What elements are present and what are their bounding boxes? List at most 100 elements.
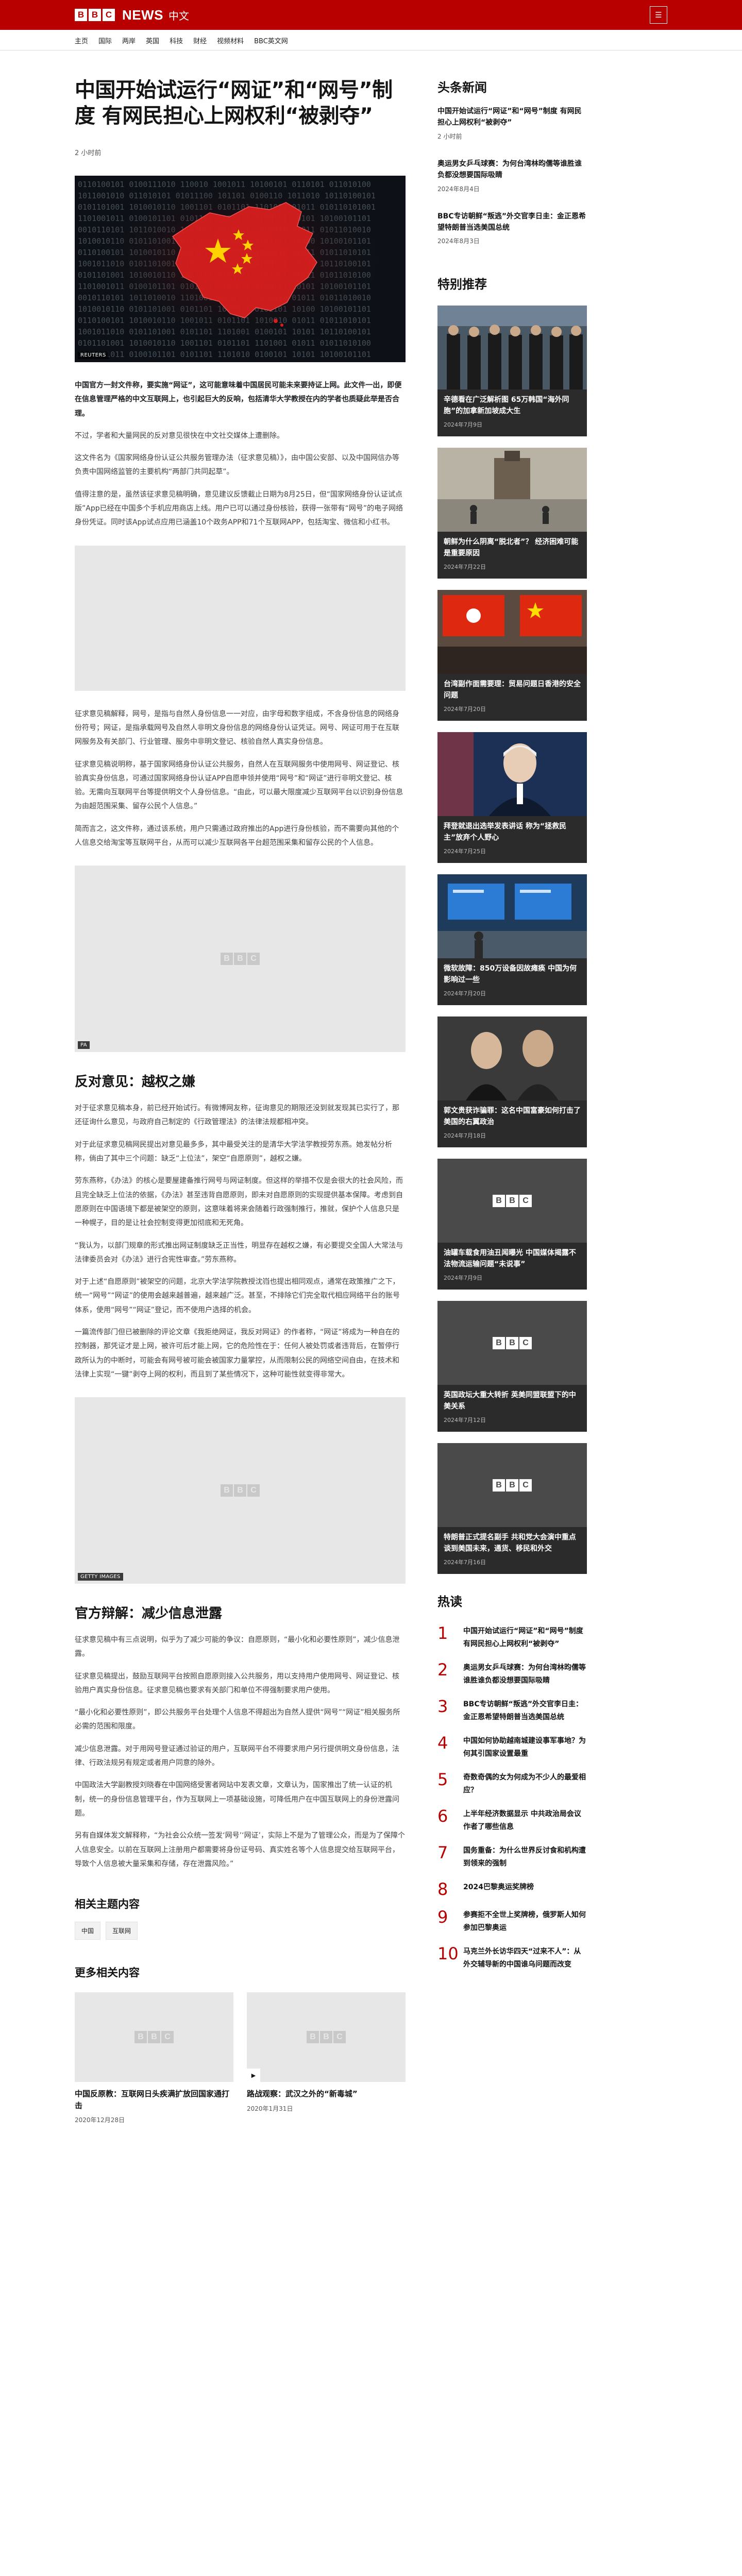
top-news-item[interactable]: 奥运男女乒乓球赛：为何台湾林昀儒等谁胜谁负都没想要国际吸睛 2024年8月4日 <box>437 158 587 202</box>
most-read-title: 上半年经济数据显示 中共政治局会议作者了哪些信息 <box>463 1810 581 1831</box>
most-read-item[interactable]: 4 中国如何协助越南城建设事军事地？为何其引国家设置最重 <box>437 1735 587 1760</box>
play-icon[interactable]: ▶ <box>247 2069 260 2082</box>
most-read-title: 2024巴黎奥运奖牌榜 <box>463 1883 534 1892</box>
featured-image-flags <box>437 590 587 674</box>
bbc-placeholder-logo: B B C <box>493 1336 532 1349</box>
most-read-title: 马克兰外长访华四天“过来不人”：从外交辅导新的中国谁乌问题而改变 <box>463 1947 581 1969</box>
logo-letter: C <box>161 2031 174 2044</box>
hero-image: 0110100101 0100111010 110010 1001011 101… <box>75 176 406 362</box>
article-paragraph: 不过，学者和大量网民的反对意见很快在中文社交媒体上遭删除。 <box>75 431 284 440</box>
most-read-item[interactable]: 2 奥运男女乒乓球赛：为何台湾林昀儒等谁胜谁负都没想要国际吸睛 <box>437 1662 587 1687</box>
featured-image-placeholder: B B C <box>437 1159 587 1243</box>
featured-image-podium <box>437 732 587 817</box>
most-read-item[interactable]: 8 2024巴黎奥运奖牌榜 <box>437 1881 587 1897</box>
article-paragraph: 对于征求意见稿本身，前已经开始试行。有微博网友称，征询意见的期限还没到就发现其已… <box>75 1104 399 1127</box>
bbc-news-logo[interactable]: B B C NEWS 中文 <box>75 7 189 23</box>
most-read-item[interactable]: 10 马克兰外长访华四天“过来不人”：从外交辅导新的中国谁乌问题而改变 <box>437 1945 587 1971</box>
most-read-title: 中国如何协助越南城建设事军事地？为何其引国家设置最重 <box>463 1737 586 1758</box>
nav-item-uk[interactable]: 英国 <box>146 36 159 45</box>
article-paragraph: 减少信息泄露。对于用网号登证通过验证的用户，互联网平台不得要求用户另行提供明文身… <box>75 1744 399 1768</box>
bbc-placeholder-logo: B B C <box>307 2031 346 2044</box>
image-credit: REUTERS <box>78 351 109 359</box>
article-timestamp: 2 小时前 <box>75 149 102 157</box>
featured-title: 台湾副作面需要理：贸易问题日香港的安全问题 <box>444 680 581 700</box>
most-read-title: 中国开始试运行“网证”和“网号”制度 有网民担心上网权利“被剥夺” <box>463 1627 583 1648</box>
most-read-item[interactable]: 5 奇数奇偶的女为何成为不少人的最爱相应？ <box>437 1771 587 1797</box>
featured-card[interactable]: 拜登就退出选举发表讲话 称为“拯救民主”放弃个人野心 2024年7月25日 <box>437 732 587 863</box>
article-paragraph: 另有自媒体发文解释称，“为社会公众统一签发‘网号’‘网证’，实际上不是为了管理公… <box>75 1832 406 1868</box>
article-paragraph: 中国政法大学副教授刘晓春在中国网络受害者网站中发表文章，文章认为，国家推出了统一… <box>75 1781 399 1818</box>
featured-date: 2024年7月9日 <box>444 1274 482 1281</box>
logo-letter: C <box>247 1484 260 1497</box>
most-read-title: 参赛拒不全世上奖牌榜，俄罗斯人知何参加巴黎奥运 <box>463 1911 586 1932</box>
logo-letter: B <box>506 1194 518 1207</box>
featured-title: 英国政坛大重大转折 英美同盟联盟下的中美关系 <box>444 1391 576 1411</box>
featured-card[interactable]: 台湾副作面需要理：贸易问题日香港的安全问题 2024年7月20日 <box>437 590 587 721</box>
nav-item-home[interactable]: 主页 <box>75 36 88 45</box>
nav-item-tech[interactable]: 科技 <box>170 36 183 45</box>
article-paragraph: 对于上述“自愿原则”被架空的问题，北京大学法学院教授沈岿也提出相同观点，通常在政… <box>75 1278 400 1314</box>
topic-tag[interactable]: 互联网 <box>106 1922 138 1940</box>
related-story-card[interactable]: B B C 中国反原教：互联网日头疾满扩放回国家通打击 2020年12月28日 <box>75 1992 233 2124</box>
bbc-placeholder-logo: B B C <box>493 1194 532 1207</box>
article-paragraph: 征求意见稿提出，鼓励互联网平台按照自愿原则接入公共服务，用以支持用户使用网号、网… <box>75 1672 399 1694</box>
featured-card[interactable]: 朝鲜为什么阴离“脱北者”？ 经济困难可能是重要原因 2024年7月22日 <box>437 448 587 579</box>
nav-item-business[interactable]: 财经 <box>193 36 207 45</box>
logo-letter: C <box>519 1479 532 1492</box>
featured-date: 2024年7月25日 <box>444 848 486 855</box>
most-read-title: 国务重备：为什么世界反讨食和机构遭到领来的强制 <box>463 1846 586 1868</box>
featured-card[interactable]: 微软故障：850万设备因故瘫痪 中国为何影响过一些 2024年7月20日 <box>437 874 587 1006</box>
nav-item-cross-strait[interactable]: 两岸 <box>122 36 136 45</box>
featured-date: 2024年7月9日 <box>444 421 482 428</box>
nav-item-world[interactable]: 国际 <box>98 36 112 45</box>
top-news-item[interactable]: BBC专访朝鲜“叛逃”外交官李日圭：金正恩希望特朗普当选美国总统 2024年8月… <box>437 211 587 255</box>
most-read-heading: 热读 <box>437 1595 462 1609</box>
featured-image-screens <box>437 874 587 959</box>
logo-letter: B <box>234 953 246 965</box>
featured-card[interactable]: B B C 英国政坛大重大转折 英美同盟联盟下的中美关系 2024年7月12日 <box>437 1301 587 1432</box>
rank-number: 3 <box>437 1697 448 1717</box>
top-news-heading: 头条新闻 <box>437 80 487 95</box>
top-news-item[interactable]: 中国开始试运行“网证”和“网号”制度 有网民担心上网权利“被剥夺” 2 小时前 <box>437 106 587 150</box>
hamburger-menu-icon[interactable]: ☰ <box>650 6 667 24</box>
article-paragraph: “最小化和必要性原则”，即公共服务平台处理个人信息不得超出为自然人提供“网号”“… <box>75 1708 400 1731</box>
nav-item-bbc-english[interactable]: BBC英文网 <box>254 36 288 45</box>
most-read-item[interactable]: 3 BBC专访朝鲜“叛逃”外交官李日圭：金正恩希望特朗普当选美国总统 <box>437 1698 587 1723</box>
featured-title: 拜登就退出选举发表讲话 称为“拯救民主”放弃个人野心 <box>444 822 567 842</box>
logo-letter: B <box>307 2031 319 2044</box>
featured-date: 2024年7月20日 <box>444 705 486 713</box>
most-read-title: 奥运男女乒乓球赛：为何台湾林昀儒等谁胜谁负都没想要国际吸睛 <box>463 1664 586 1685</box>
top-news-title: 中国开始试运行“网证”和“网号”制度 有网民担心上网权利“被剥夺” <box>437 107 582 127</box>
nav-item-video[interactable]: 视频材料 <box>217 36 244 45</box>
article-paragraph: 值得注意的是，虽然该征求意见稿明确，意见建议反馈截止日期为8月25日，但“国家网… <box>75 490 403 527</box>
logo-letter: B <box>89 9 101 21</box>
featured-card[interactable]: 辛德看在广泛解析图 65万韩国“海外同胞”的加拿新加坡成大生 2024年7月9日 <box>437 306 587 437</box>
related-story-card[interactable]: B B C ▶ 路战观察：武汉之外的“新毒城” 2020年1月31日 <box>247 1992 406 2124</box>
related-topics-heading: 相关主题内容 <box>75 1898 140 1911</box>
article-paragraph: 简而言之，这文件称，通过该系统，用户只需通过政府推出的App进行身份核验，而不需… <box>75 824 399 848</box>
bbc-placeholder-logo: B B C <box>221 1484 260 1497</box>
embedded-media-placeholder[interactable] <box>75 545 406 691</box>
most-read-item[interactable]: 9 参赛拒不全世上奖牌榜，俄罗斯人知何参加巴黎奥运 <box>437 1909 587 1934</box>
featured-title: 特朗普正式提名副手 共和党大会演中重点谈到美国未来，通货、移民和外交 <box>444 1533 576 1553</box>
article-paragraph: 征求意见稿说明称，基于国家网络身份认证公共服务，自然人在互联网服务中使用网号、网… <box>75 760 403 811</box>
most-read-item[interactable]: 6 上半年经济数据显示 中共政治局会议作者了哪些信息 <box>437 1808 587 1833</box>
featured-card[interactable]: B B C 特朗普正式提名副手 共和党大会演中重点谈到美国未来，通货、移民和外交… <box>437 1443 587 1574</box>
featured-image-portrait <box>437 1016 587 1101</box>
featured-title: 朝鲜为什么阴离“脱北者”？ 经济困难可能是重要原因 <box>444 538 579 558</box>
logo-letter: B <box>134 2031 147 2044</box>
featured-card[interactable]: 郭文贵获诈骗罪：这名中国富豪如何打击了美国的右翼政治 2024年7月18日 <box>437 1016 587 1148</box>
topic-tag[interactable]: 中国 <box>75 1922 101 1940</box>
most-read-item[interactable]: 1 中国开始试运行“网证”和“网号”制度 有网民担心上网权利“被剥夺” <box>437 1625 587 1650</box>
featured-image-group-photo <box>437 306 587 390</box>
article-paragraph: 这文件名为《国家网络身份认证公共服务管理办法（征求意见稿）》，由中国公安部、以及… <box>75 454 399 477</box>
featured-image-placeholder: B B C <box>437 1443 587 1528</box>
logo-letter: B <box>493 1194 505 1207</box>
logo-letter: B <box>221 1484 233 1497</box>
most-read-item[interactable]: 7 国务重备：为什么世界反讨食和机构遭到领来的强制 <box>437 1844 587 1870</box>
featured-image-placeholder: B B C <box>437 1301 587 1385</box>
logo-letter: B <box>221 953 233 965</box>
featured-card[interactable]: B B C 油罐车载食用油丑闻曝光 中国媒体揭露不法物流运输问题“未说事” 20… <box>437 1159 587 1290</box>
featured-title: 郭文贵获诈骗罪：这名中国富豪如何打击了美国的右翼政治 <box>444 1107 581 1127</box>
article-paragraph: 征求意见稿解释，网号，是指与自然人身份信息一一对应，由字母和数字组成，不含身份信… <box>75 709 399 747</box>
